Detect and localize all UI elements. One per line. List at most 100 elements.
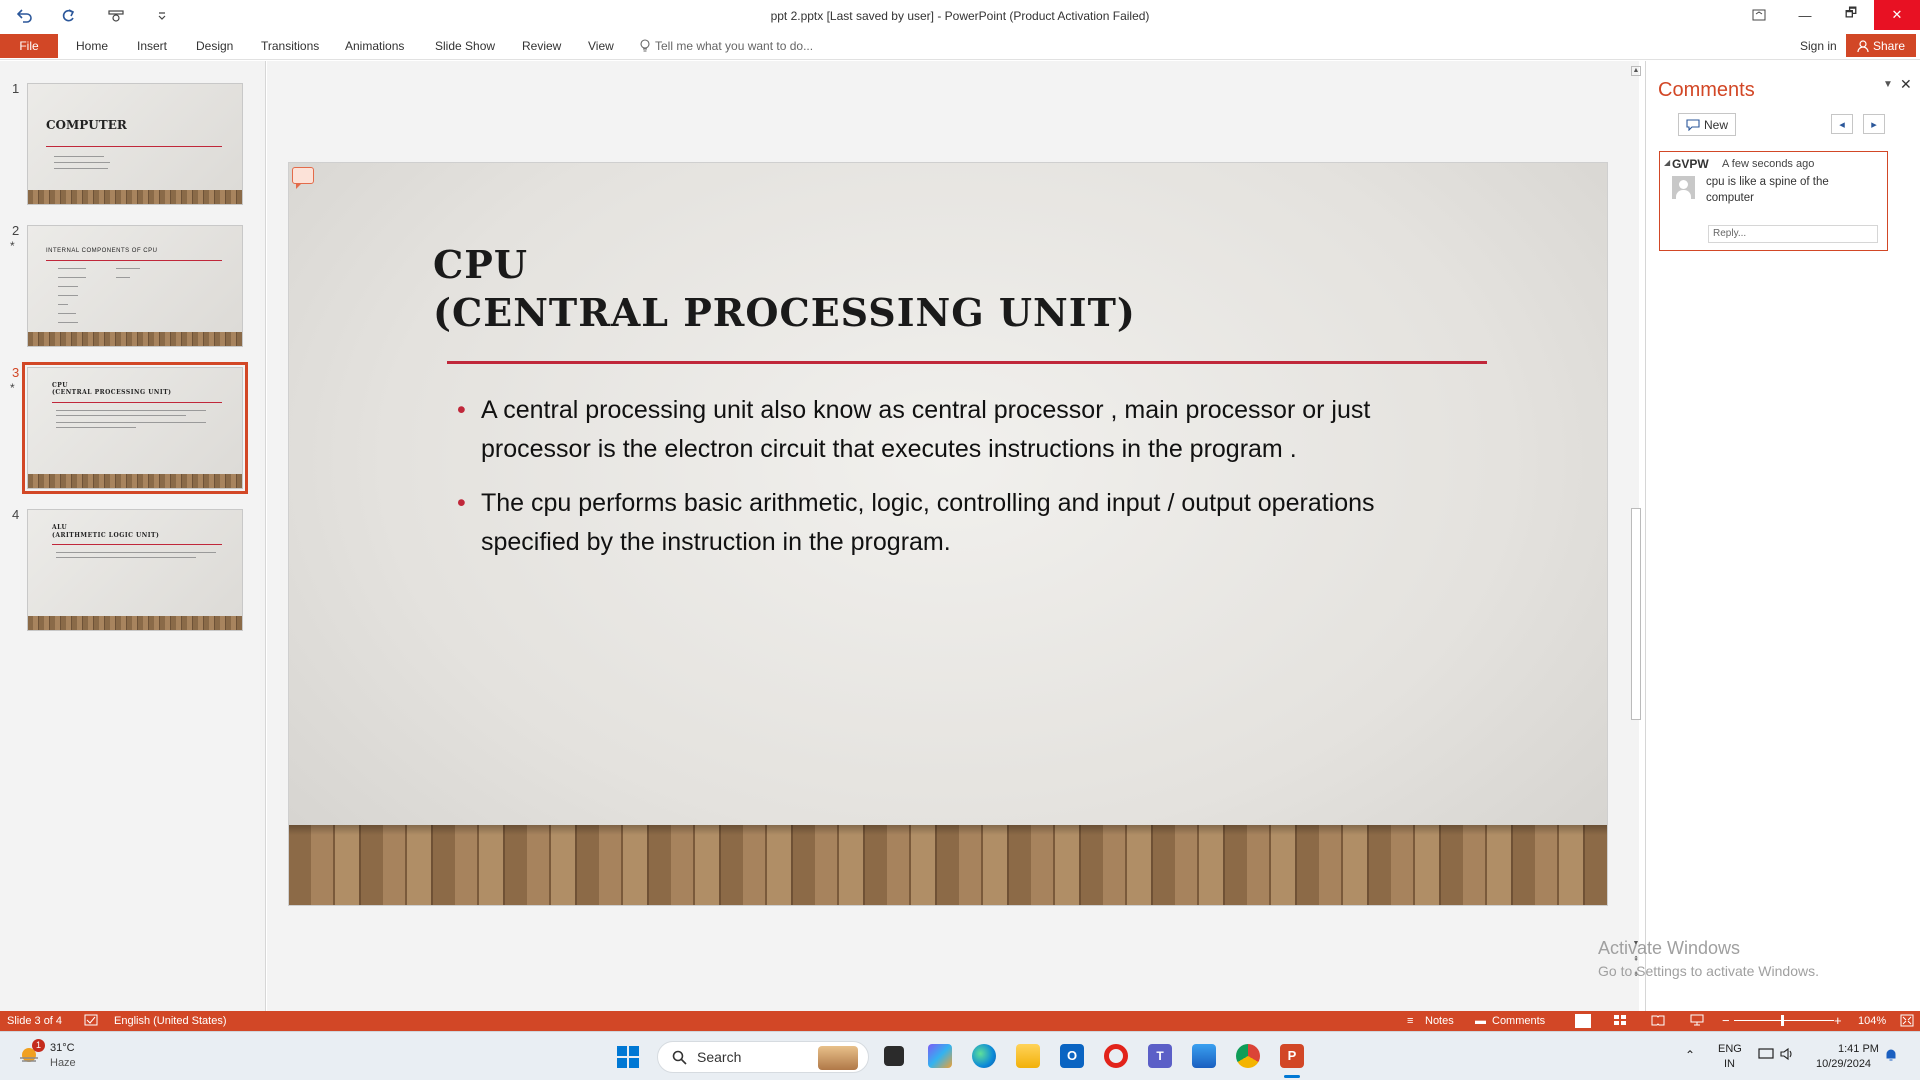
tell-me-box[interactable]: Tell me what you want to do... [640,39,813,53]
title-divider [447,361,1487,364]
thumb-text-line [54,156,104,157]
reading-view-icon[interactable] [1651,1014,1665,1029]
current-slide[interactable]: CPU (CENTRAL PROCESSING UNIT) A central … [288,162,1608,906]
tab-animations[interactable]: Animations [345,39,404,53]
pane-options-icon[interactable]: ▼ [1883,79,1893,90]
previous-comment-icon[interactable]: ◂ [1831,114,1853,134]
comment-card[interactable]: ◢ GVPW A few seconds ago cpu is like a s… [1659,151,1888,251]
start-windows-icon[interactable] [616,1045,640,1069]
window-title: ppt 2.pptx [Last saved by user] - PowerP… [770,9,1150,23]
search-highlight-image [818,1046,858,1070]
tab-home[interactable]: Home [76,39,108,53]
thumb-text-line [56,552,216,553]
bullet-item: The cpu performs basic arithmetic, logic… [457,484,1457,562]
tab-view[interactable]: View [588,39,614,53]
thumb-text-line [58,268,86,269]
reply-input[interactable]: Reply... [1708,225,1878,243]
scroll-up-icon[interactable]: ▲ [1631,66,1641,76]
tell-me-placeholder: Tell me what you want to do... [655,39,814,53]
new-label: New [1703,117,1728,132]
tab-design[interactable]: Design [196,39,233,53]
slide-title[interactable]: CPU (CENTRAL PROCESSING UNIT) [433,241,1136,337]
zoom-level[interactable]: 104% [1858,1015,1886,1027]
notification-bell-icon[interactable] [1884,1048,1898,1065]
chrome-icon[interactable] [1236,1044,1260,1068]
teams-icon[interactable]: T [1148,1044,1172,1068]
tab-transitions[interactable]: Transitions [261,39,319,53]
thumb-text-line [58,286,78,287]
notes-icon[interactable]: ≡ [1407,1015,1413,1027]
thumb-title: CPU (CENTRAL PROCESSING UNIT) [52,382,172,396]
tab-insert[interactable]: Insert [137,39,167,53]
thumb-text-line [56,422,206,423]
input-language[interactable]: ENG [1718,1043,1742,1055]
comment-text: cpu is like a spine of the computer [1706,176,1829,204]
weather-badge: 1 [32,1039,45,1052]
fit-slide-icon[interactable] [1900,1014,1914,1030]
sign-in-link[interactable]: Sign in [1800,39,1837,53]
zoom-in-button[interactable]: + [1834,1013,1842,1028]
edge-browser-icon[interactable] [972,1044,996,1068]
clock-time[interactable]: 1:41 PM [1838,1043,1879,1055]
thumb-animation-star: * [10,239,15,253]
input-region[interactable]: IN [1724,1058,1735,1070]
zoom-out-button[interactable]: − [1722,1013,1730,1028]
active-app-indicator [1284,1075,1300,1078]
share-button[interactable]: Share [1846,34,1916,57]
slide-thumbnail-4[interactable]: ALU (ARITHMETIC LOGIC UNIT) [27,509,243,631]
spelling-check-icon[interactable] [84,1014,98,1029]
copilot-icon[interactable] [928,1044,952,1068]
new-comment-button[interactable]: New [1678,113,1736,136]
powerpoint-icon[interactable]: P [1280,1044,1304,1068]
comments-icon[interactable]: ▬ [1475,1015,1486,1027]
slide-thumbnail-2[interactable]: INTERNAL COMPONENTS OF CPU [27,225,243,347]
comment-marker-icon[interactable] [292,167,314,189]
ribbon-display-icon[interactable] [1736,0,1782,30]
comments-button[interactable]: Comments [1492,1015,1545,1027]
thumb-floor [28,332,242,346]
next-comment-icon[interactable]: ▸ [1863,114,1885,134]
slide-show-icon[interactable] [1690,1014,1704,1029]
close-pane-icon[interactable]: ✕ [1900,76,1912,93]
weather-icon[interactable]: 1 [18,1039,45,1066]
task-view-icon[interactable] [884,1046,904,1066]
tab-review[interactable]: Review [522,39,561,53]
clock-date[interactable]: 10/29/2024 [1816,1058,1871,1070]
restore-icon[interactable]: 🗗 [1828,0,1874,30]
wood-floor-graphic [289,825,1607,905]
close-icon[interactable]: ✕ [1874,0,1920,30]
vertical-scrollbar[interactable]: ▲ ▼ ⇞ ⇟ [1629,66,1643,986]
bullet-item: A central processing unit also know as c… [457,391,1457,469]
person-icon [1857,39,1869,52]
slide-counter[interactable]: Slide 3 of 4 [7,1015,62,1027]
zoom-slider[interactable] [1734,1020,1834,1021]
thumb-text-line [54,168,108,169]
taskbar-search-box[interactable]: Search [657,1041,869,1073]
slide-sorter-icon[interactable] [1613,1014,1627,1029]
file-explorer-icon[interactable] [1016,1044,1040,1068]
language-indicator[interactable]: English (United States) [114,1015,227,1027]
notes-button[interactable]: Notes [1425,1015,1454,1027]
volume-icon[interactable] [1780,1047,1794,1064]
show-hidden-icons-icon[interactable]: ⌃ [1685,1048,1695,1062]
minimize-icon[interactable]: — [1782,0,1828,30]
tab-file[interactable]: File [0,34,58,58]
weather-description[interactable]: Haze [50,1057,76,1069]
thumb-floor [28,474,242,488]
microsoft-store-icon[interactable] [1192,1044,1216,1068]
slide-thumbnail-3[interactable]: CPU (CENTRAL PROCESSING UNIT) [22,362,248,494]
network-icon[interactable] [1758,1047,1774,1064]
opera-icon[interactable] [1104,1044,1128,1068]
scroll-thumb[interactable] [1631,508,1641,720]
tab-slide-show[interactable]: Slide Show [435,39,495,53]
thumb-rule [52,544,222,545]
weather-temperature[interactable]: 31°C [50,1042,75,1054]
outlook-icon[interactable]: O [1060,1044,1084,1068]
normal-view-icon[interactable] [1575,1014,1591,1028]
slide-thumbnail-1[interactable]: COMPUTER [27,83,243,205]
thumb-text-line [56,415,186,416]
status-bar: Slide 3 of 4 English (United States) ≡ N… [0,1011,1920,1031]
collapse-thread-icon[interactable]: ◢ [1664,158,1670,167]
zoom-slider-thumb[interactable] [1781,1015,1784,1026]
slide-body[interactable]: A central processing unit also know as c… [457,391,1457,577]
